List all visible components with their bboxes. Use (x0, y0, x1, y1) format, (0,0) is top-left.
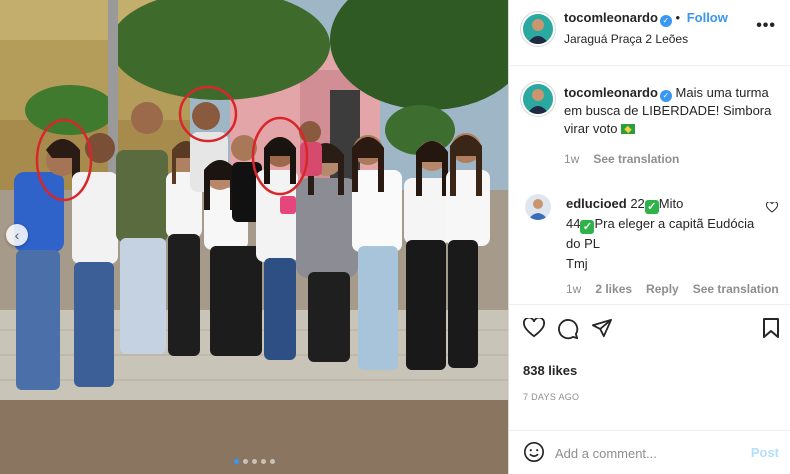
username[interactable]: tocomleonardo (564, 10, 658, 25)
caption-time: 1w (564, 152, 580, 166)
comment-text-2b: Pra eleger a capitã Eudócia do PL (566, 216, 755, 251)
carousel-dot (242, 459, 248, 464)
avatar[interactable] (523, 14, 553, 44)
see-translation-link[interactable]: See translation (593, 152, 679, 166)
brazil-flag-icon (621, 124, 636, 134)
carousel-dots (0, 459, 508, 464)
post-actions: 838 likes 7 DAYS AGO (509, 304, 790, 416)
carousel-dot (233, 459, 239, 464)
verified-icon: ✓ (659, 15, 672, 27)
share-icon[interactable] (591, 318, 613, 338)
post-date: 7 DAYS AGO (523, 392, 580, 402)
carousel-dot (251, 459, 257, 464)
add-comment-bar: Post (509, 430, 790, 474)
caption-username[interactable]: tocomleonardo (564, 85, 658, 100)
see-translation-link[interactable]: See translation (693, 282, 779, 296)
comment-input[interactable] (555, 443, 735, 463)
comment-username[interactable]: edlucioed (566, 196, 627, 211)
post-photo[interactable]: ‹ (0, 0, 508, 474)
avatar[interactable] (525, 194, 551, 220)
like-count[interactable]: 838 likes (523, 363, 577, 378)
location-link[interactable]: Jaraguá Praça 2 Leões (564, 32, 688, 46)
post-button[interactable]: Post (751, 445, 779, 460)
post-header: tocomleonardo ✓ • Follow Jaraguá Praça 2 … (509, 0, 790, 66)
heart-icon[interactable] (523, 318, 545, 338)
more-icon[interactable]: ••• (756, 17, 776, 35)
comment-icon[interactable] (557, 318, 579, 340)
comment-time: 1w (566, 282, 582, 296)
comment-likes[interactable]: 2 likes (595, 282, 632, 296)
group-photo (0, 0, 508, 474)
post-side-panel: tocomleonardo ✓ • Follow Jaraguá Praça 2 … (508, 0, 790, 474)
verified-icon: ✓ (659, 90, 672, 102)
emoji-icon[interactable] (523, 441, 545, 463)
comment-text-1a: 22 (630, 196, 645, 211)
bookmark-icon[interactable] (763, 318, 779, 338)
chevron-left-icon[interactable]: ‹ (6, 224, 28, 246)
check-emoji-icon: ✓ (644, 200, 659, 214)
avatar[interactable] (523, 84, 553, 114)
carousel-dot (260, 459, 266, 464)
carousel-dot (269, 459, 275, 464)
comment-text-1b: Mito (658, 196, 684, 211)
heart-icon[interactable] (766, 202, 778, 213)
comment-text-3: Tmj (566, 256, 588, 271)
follow-button[interactable]: Follow (687, 10, 728, 25)
reply-button[interactable]: Reply (646, 282, 679, 296)
check-emoji-icon: ✓ (580, 220, 595, 234)
comment-text-2a: 44 (566, 216, 581, 231)
